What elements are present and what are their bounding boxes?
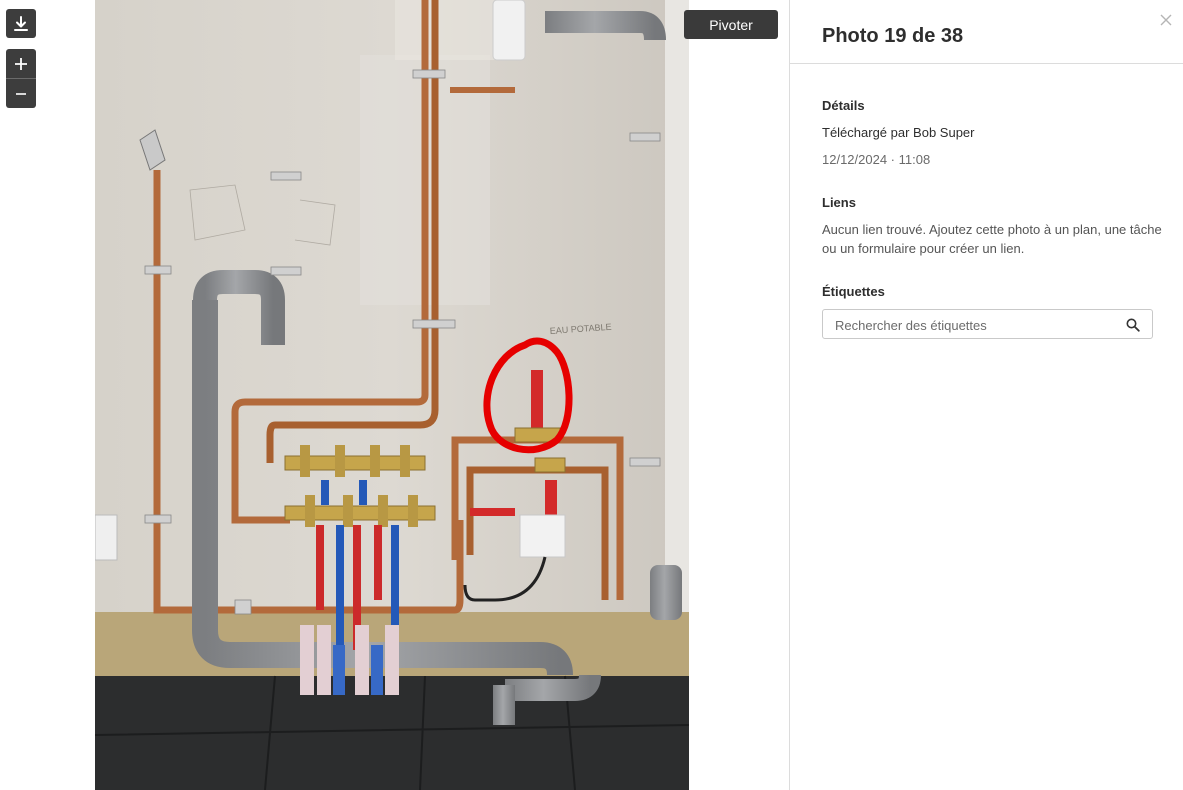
photo-viewer: EAU POTABLE Pivoter xyxy=(0,0,789,790)
tags-search-box xyxy=(822,309,1153,339)
details-panel: Photo 19 de 38 Détails Téléchargé par Bo… xyxy=(789,0,1183,790)
minus-icon xyxy=(16,92,26,95)
links-empty-text: Aucun lien trouvé. Ajoutez cette photo à… xyxy=(822,222,1162,256)
photo-counter-title: Photo 19 de 38 xyxy=(822,25,964,47)
panel-header: Photo 19 de 38 xyxy=(790,0,1183,64)
plus-icon xyxy=(15,57,27,70)
close-icon[interactable] xyxy=(1158,12,1174,28)
rotate-button[interactable]: Pivoter xyxy=(684,10,778,39)
plumbing-photo: EAU POTABLE xyxy=(95,0,689,790)
details-heading: Détails xyxy=(822,98,865,113)
upload-date: 12/12/2024 · 11:08 xyxy=(822,152,931,167)
tags-heading: Étiquettes xyxy=(822,284,885,299)
links-heading: Liens xyxy=(822,195,856,210)
tags-search-input[interactable] xyxy=(835,316,1115,334)
search-icon[interactable] xyxy=(1126,318,1140,332)
zoom-out-button[interactable] xyxy=(6,79,36,108)
uploaded-by-text: Téléchargé par Bob Super xyxy=(822,125,975,140)
download-icon xyxy=(14,15,28,31)
zoom-in-button[interactable] xyxy=(6,49,36,78)
download-button[interactable] xyxy=(6,9,36,38)
